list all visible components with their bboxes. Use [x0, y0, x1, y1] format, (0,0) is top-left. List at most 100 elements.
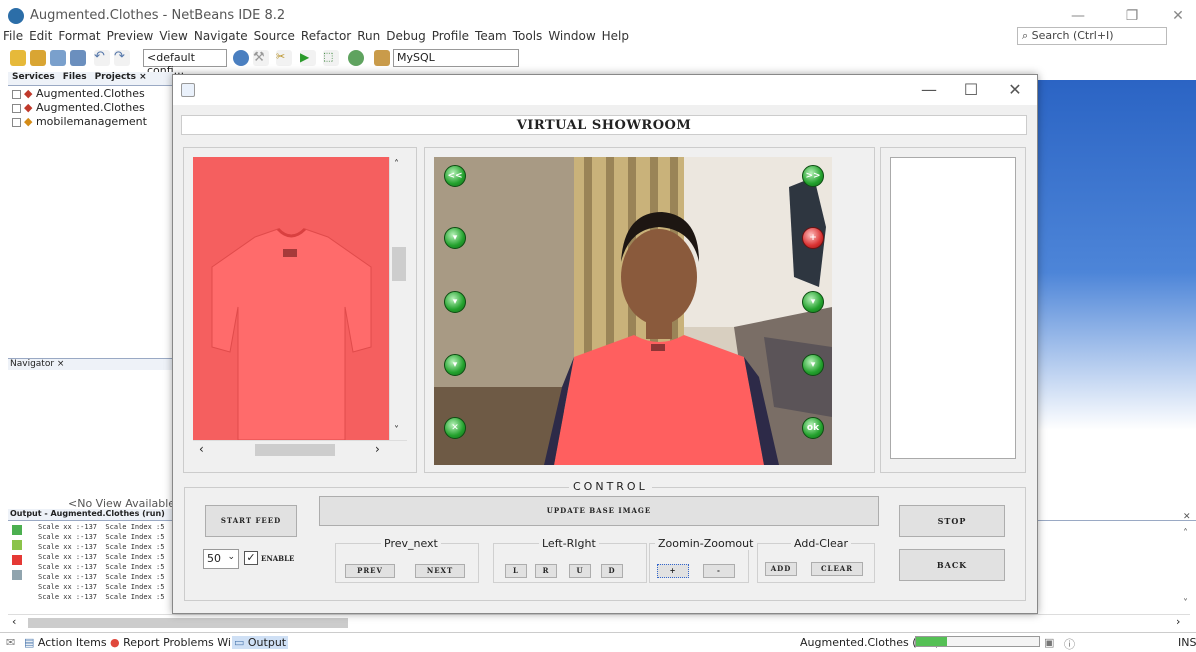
stop-icon[interactable]: [12, 555, 22, 565]
run-icon[interactable]: ▶: [300, 50, 316, 66]
ide-search-input[interactable]: ⌕ Search (Ctrl+I): [1017, 27, 1167, 45]
camera-right-button[interactable]: ▾: [802, 291, 824, 313]
menu-profile[interactable]: Profile: [429, 27, 472, 45]
menu-file[interactable]: File: [0, 27, 26, 45]
db-combo[interactable]: MySQL: [393, 49, 519, 67]
tab-projects[interactable]: Projects ×: [91, 72, 151, 82]
tab-navigator[interactable]: Navigator ×: [8, 358, 173, 370]
menu-window[interactable]: Window: [545, 27, 598, 45]
menu-help[interactable]: Help: [599, 27, 632, 45]
close-output-icon[interactable]: ✕: [1183, 512, 1191, 522]
garment-horizontal-scrollbar[interactable]: ‹ ›: [193, 440, 407, 458]
open-project-icon[interactable]: [50, 50, 66, 66]
menu-navigate[interactable]: Navigate: [191, 27, 251, 45]
camera-right-button[interactable]: ok: [802, 417, 824, 439]
globe-icon[interactable]: [233, 50, 249, 66]
zoom-in-button[interactable]: +: [657, 564, 689, 578]
config-combo[interactable]: <default confi...: [143, 49, 227, 77]
minimize-icon[interactable]: —: [1058, 4, 1098, 28]
menu-source[interactable]: Source: [251, 27, 298, 45]
camera-right-button[interactable]: >>: [802, 165, 824, 187]
clean-build-icon[interactable]: ✂: [276, 50, 292, 66]
down-button[interactable]: D: [601, 564, 623, 578]
tab-files[interactable]: Files: [59, 72, 91, 82]
minimize-icon[interactable]: —: [909, 79, 949, 101]
update-base-image-button[interactable]: UPDATE BASE IMAGE: [319, 496, 879, 526]
stop-task-icon[interactable]: ▣: [1044, 636, 1054, 649]
clear-button[interactable]: CLEAR: [811, 562, 863, 576]
scroll-up-icon[interactable]: ˄: [1183, 528, 1188, 539]
profile-icon[interactable]: [348, 50, 364, 66]
scrollbar-thumb[interactable]: [28, 618, 348, 628]
rerun-with-params-icon[interactable]: [12, 540, 22, 550]
new-file-icon[interactable]: [10, 50, 26, 66]
new-project-icon[interactable]: [30, 50, 46, 66]
camera-left-button[interactable]: ▾: [444, 291, 466, 313]
menu-run[interactable]: Run: [354, 27, 383, 45]
scroll-right-icon[interactable]: ›: [375, 442, 380, 456]
debug-icon[interactable]: ⬚: [323, 50, 339, 66]
camera-right-button[interactable]: ▾: [802, 354, 824, 376]
back-button[interactable]: BACK: [899, 549, 1005, 581]
menu-tools[interactable]: Tools: [510, 27, 546, 45]
output-horizontal-scrollbar[interactable]: ‹ ›: [8, 614, 1190, 630]
expand-icon[interactable]: [12, 89, 21, 99]
camera-left-button[interactable]: ✕: [444, 417, 466, 439]
rerun-icon[interactable]: [12, 525, 22, 535]
camera-left-button[interactable]: <<: [444, 165, 466, 187]
scale-select[interactable]: 50 ⌄: [203, 549, 239, 569]
menu-refactor[interactable]: Refactor: [298, 27, 354, 45]
prev-button[interactable]: PREV: [345, 564, 395, 578]
scroll-down-icon[interactable]: ˅: [394, 425, 399, 436]
status-output[interactable]: ▭ Output: [232, 636, 289, 649]
start-feed-button[interactable]: START FEED: [205, 505, 297, 537]
zoom-out-button[interactable]: -: [703, 564, 735, 578]
camera-left-button[interactable]: ▾: [444, 227, 466, 249]
info-icon[interactable]: ⓘ: [1064, 636, 1075, 652]
scrollbar-thumb[interactable]: [255, 444, 335, 456]
save-all-icon[interactable]: [70, 50, 86, 66]
scrollbar-thumb[interactable]: [392, 247, 406, 281]
menu-debug[interactable]: Debug: [383, 27, 428, 45]
settings-icon[interactable]: [12, 570, 22, 580]
undo-icon[interactable]: ↶: [94, 50, 110, 66]
expand-icon[interactable]: [12, 103, 21, 113]
project-item[interactable]: ◆ Augmented.Clothes: [12, 87, 145, 100]
scroll-left-icon[interactable]: ‹: [12, 615, 16, 628]
scroll-up-icon[interactable]: ˄: [394, 159, 399, 170]
restore-icon[interactable]: ❐: [1112, 4, 1152, 28]
notification-icon[interactable]: ✉: [6, 636, 15, 649]
project-item[interactable]: ◆ Augmented.Clothes: [12, 101, 145, 114]
hammer-icon[interactable]: ⚒: [253, 50, 269, 66]
up-button[interactable]: U: [569, 564, 591, 578]
tab-services[interactable]: Services: [8, 72, 59, 82]
camera-right-button[interactable]: +: [802, 227, 824, 249]
close-icon[interactable]: ✕: [1158, 4, 1196, 28]
scroll-down-icon[interactable]: ˅: [1183, 598, 1188, 609]
enable-checkbox[interactable]: ✓: [244, 551, 258, 565]
scroll-right-icon[interactable]: ›: [1176, 615, 1180, 628]
project-icon: ◆: [24, 115, 36, 128]
left-button[interactable]: L: [505, 564, 527, 578]
camera-left-button[interactable]: ▾: [444, 354, 466, 376]
close-icon[interactable]: ✕: [995, 79, 1035, 101]
right-button[interactable]: R: [535, 564, 557, 578]
menu-team[interactable]: Team: [472, 27, 510, 45]
menu-edit[interactable]: Edit: [26, 27, 55, 45]
expand-icon[interactable]: [12, 117, 21, 127]
menu-view[interactable]: View: [156, 27, 190, 45]
redo-icon[interactable]: ↷: [114, 50, 130, 66]
stop-button[interactable]: STOP: [899, 505, 1005, 537]
menu-format[interactable]: Format: [55, 27, 103, 45]
menu-preview[interactable]: Preview: [104, 27, 157, 45]
maximize-icon[interactable]: ☐: [951, 79, 991, 101]
garment-image[interactable]: [193, 157, 390, 440]
next-button[interactable]: NEXT: [415, 564, 465, 578]
garment-vertical-scrollbar[interactable]: ˄ ˅: [389, 157, 407, 440]
add-button[interactable]: ADD: [765, 562, 797, 576]
status-action-items[interactable]: ▤ Action Items: [24, 636, 107, 649]
scroll-left-icon[interactable]: ‹: [199, 442, 204, 456]
camera-feed: << ▾ ▾ ▾ ✕ >> + ▾ ▾ ok: [434, 157, 832, 465]
project-item[interactable]: ◆ mobilemanagement: [12, 115, 147, 128]
tab-output[interactable]: Output - Augmented.Clothes (run): [8, 509, 173, 521]
